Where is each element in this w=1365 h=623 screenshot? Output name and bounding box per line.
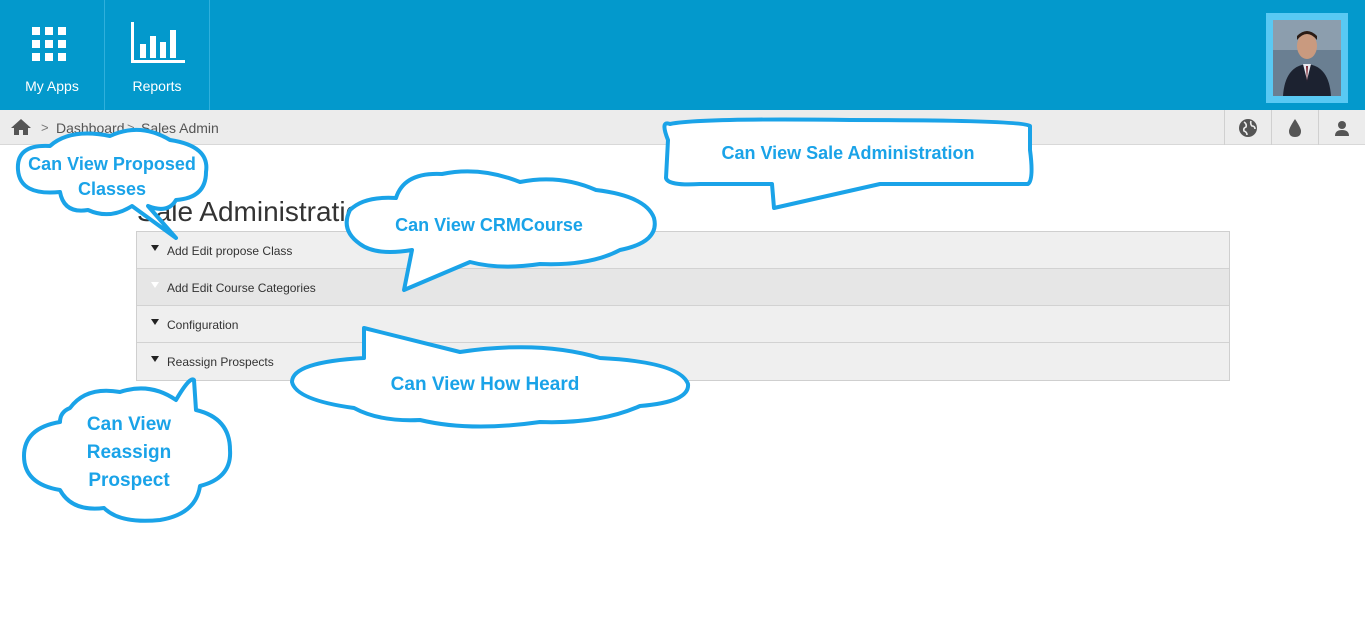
- caret-down-icon: [151, 356, 159, 362]
- section-reassign-prospects[interactable]: Reassign Prospects: [137, 343, 1229, 380]
- globe-button[interactable]: [1224, 110, 1271, 145]
- caret-down-icon: [151, 319, 159, 325]
- section-add-edit-propose-class[interactable]: Add Edit propose Class: [137, 232, 1229, 269]
- globe-icon: [1239, 119, 1257, 137]
- section-label: Configuration: [167, 318, 239, 332]
- drop-icon: [1289, 119, 1301, 137]
- bar-chart-icon: [131, 22, 185, 63]
- section-add-edit-course-categories[interactable]: Add Edit Course Categories: [137, 269, 1229, 306]
- avatar[interactable]: [1266, 13, 1348, 103]
- my-apps-label: My Apps: [25, 78, 79, 94]
- callout-sale-administration: Can View Sale Administration: [721, 143, 975, 163]
- section-configuration[interactable]: Configuration: [137, 306, 1229, 343]
- section-label: Add Edit propose Class: [167, 244, 293, 258]
- callout-reassign-prospect: Can View Reassign Prospect: [86, 414, 172, 491]
- home-icon[interactable]: [10, 118, 32, 136]
- caret-down-icon: [151, 245, 159, 251]
- callout-proposed-classes: Can View Proposed Classes: [28, 154, 196, 199]
- breadcrumb-separator: >: [127, 120, 135, 135]
- callout-crmcourse: Can View CRMCourse: [395, 215, 583, 235]
- theme-button[interactable]: [1271, 110, 1318, 145]
- reports-tile[interactable]: Reports: [105, 0, 210, 110]
- section-label: Add Edit Course Categories: [167, 281, 316, 295]
- person-silhouette-icon: [1273, 20, 1341, 96]
- avatar-photo: [1273, 20, 1341, 96]
- my-apps-tile[interactable]: My Apps: [0, 0, 105, 110]
- callout-how-heard: Can View How Heard: [390, 374, 580, 395]
- user-icon: [1335, 121, 1349, 136]
- section-accordion: Add Edit propose Class Add Edit Course C…: [136, 231, 1230, 381]
- user-button[interactable]: [1318, 110, 1365, 145]
- section-label: Reassign Prospects: [167, 355, 274, 369]
- grid-icon: [32, 27, 66, 61]
- caret-down-icon: [151, 282, 159, 288]
- top-bar: My Apps Reports: [0, 0, 1365, 110]
- breadcrumb-separator: >: [41, 120, 49, 135]
- breadcrumb-sales-admin: Sales Admin: [141, 120, 219, 136]
- reports-label: Reports: [132, 78, 182, 94]
- breadcrumb-dashboard[interactable]: Dashboard: [56, 120, 125, 136]
